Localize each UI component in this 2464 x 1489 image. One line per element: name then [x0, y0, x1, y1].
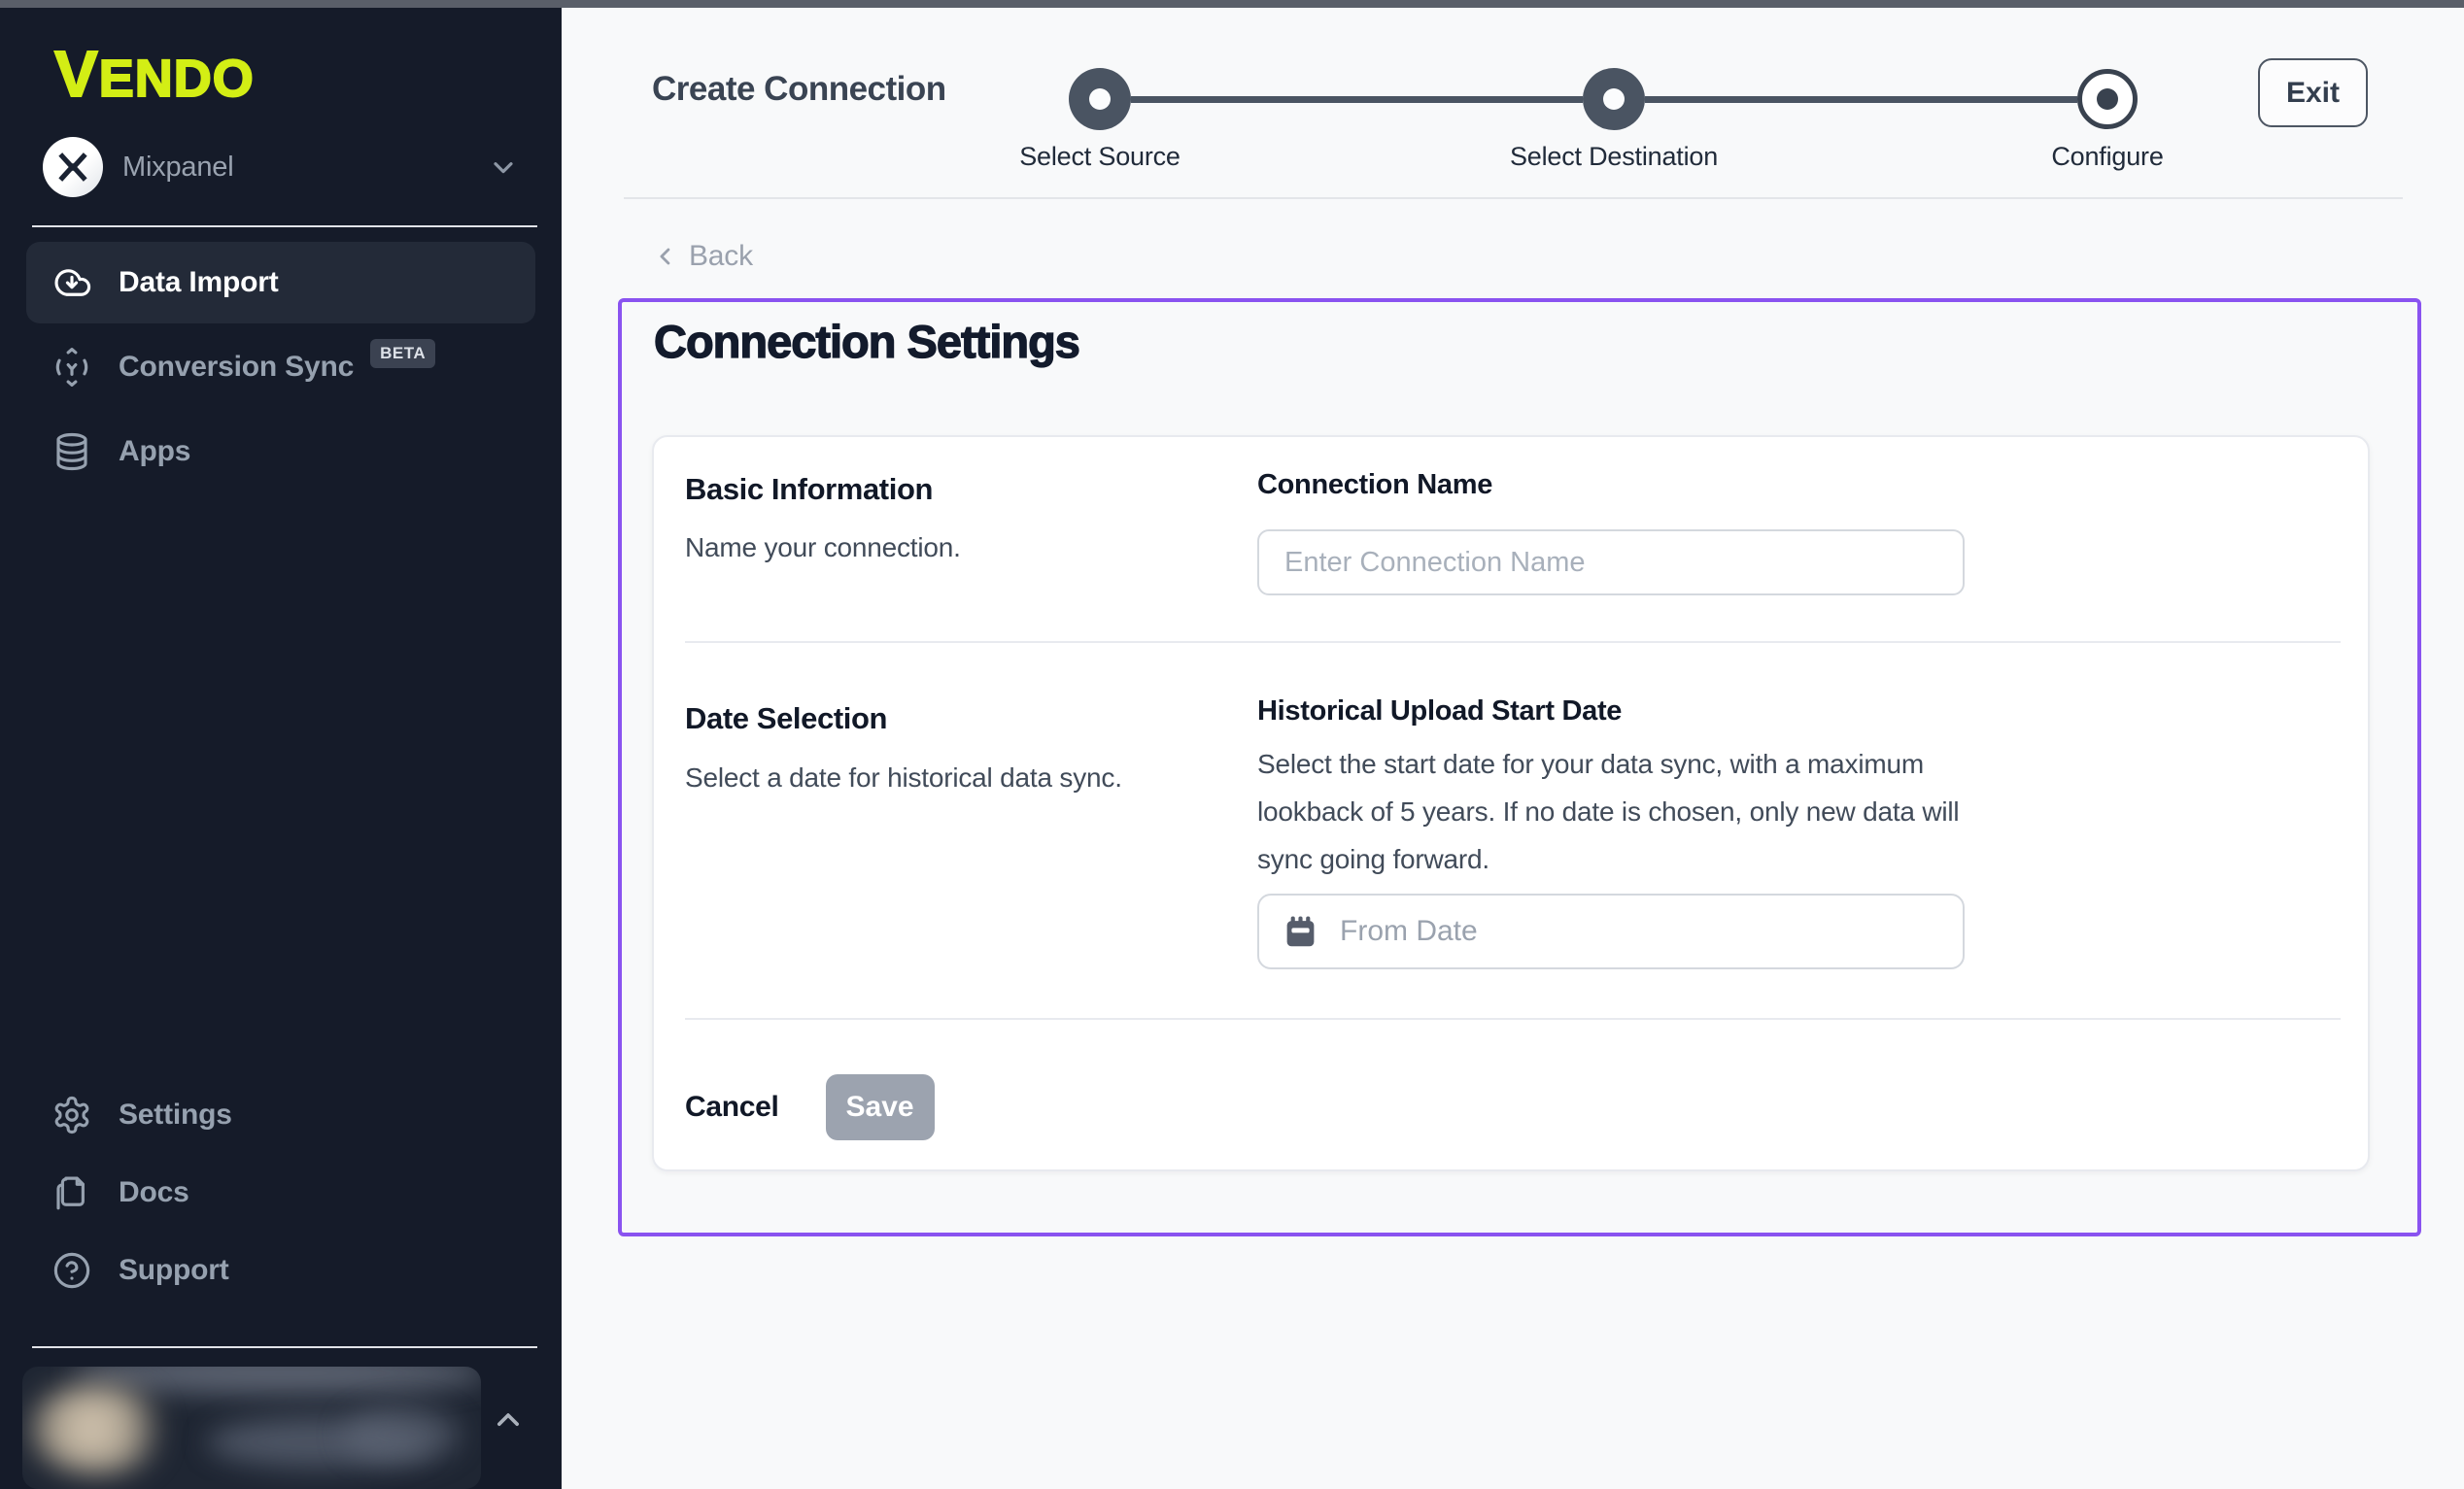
window-top-strip: [0, 0, 2464, 8]
sidebar-nav: Data Import Conversion Sync BETA: [26, 242, 535, 492]
beta-badge: BETA: [370, 339, 435, 368]
section-title-date-selection: Date Selection: [685, 701, 887, 736]
panel-title: Connection Settings: [654, 315, 1079, 368]
sidebar-divider-bottom: [32, 1346, 537, 1348]
sidebar-item-apps[interactable]: Apps: [26, 411, 535, 492]
settings-card: Basic Information Name your connection. …: [652, 435, 2370, 1171]
sync-arrows-icon: [51, 347, 92, 388]
sidebar-divider-top: [32, 225, 537, 227]
cloud-download-icon: [51, 262, 92, 303]
blurred-content: [343, 1405, 460, 1464]
section-desc-date-selection: Select a date for historical data sync.: [685, 762, 1122, 794]
calendar-icon: [1283, 914, 1318, 950]
step-connector: [1645, 96, 2077, 103]
page-title: Create Connection: [652, 70, 946, 109]
sidebar-item-label: Settings: [119, 1099, 232, 1132]
chevron-up-icon[interactable]: [489, 1401, 528, 1439]
help-circle-icon: [51, 1250, 92, 1291]
sidebar-item-label: Support: [119, 1254, 229, 1287]
vendo-logo: VENDO: [54, 37, 255, 112]
step-label-configure: Configure: [2051, 142, 2163, 172]
section-title-basic-information: Basic Information: [685, 472, 933, 507]
section-desc-basic-information: Name your connection.: [685, 532, 961, 563]
section-divider: [685, 641, 2341, 643]
sidebar: VENDO Mixpanel Data Import: [0, 0, 562, 1489]
date-help-text: sync going forward.: [1257, 835, 1489, 883]
user-account-blurred[interactable]: [22, 1367, 481, 1489]
section-divider: [685, 1018, 2341, 1020]
sidebar-item-settings[interactable]: Settings: [26, 1076, 535, 1154]
sidebar-item-docs[interactable]: Docs: [26, 1154, 535, 1232]
chevron-down-icon: [488, 152, 519, 183]
sidebar-footer-nav: Settings Docs Support: [26, 1076, 535, 1309]
from-date-input[interactable]: [1340, 915, 1939, 948]
sidebar-item-label: Apps: [119, 435, 190, 468]
back-label: Back: [689, 240, 753, 273]
sidebar-item-label: Conversion Sync: [119, 351, 354, 384]
cancel-button[interactable]: Cancel: [685, 1091, 779, 1124]
sidebar-item-data-import[interactable]: Data Import: [26, 242, 535, 323]
connection-settings-panel: Connection Settings Basic Information Na…: [618, 298, 2421, 1236]
form-actions: Cancel Save: [685, 1074, 935, 1140]
connection-name-label: Connection Name: [1257, 469, 1492, 501]
step-indicator-select-destination: [1583, 68, 1645, 130]
sidebar-item-conversion-sync[interactable]: Conversion Sync BETA: [26, 326, 535, 408]
chevron-left-icon: [652, 243, 679, 270]
blurred-avatar: [26, 1384, 172, 1473]
back-link[interactable]: Back: [652, 240, 753, 273]
from-date-field[interactable]: [1257, 894, 1965, 969]
workspace-name: Mixpanel: [122, 152, 233, 184]
sidebar-item-label: Data Import: [119, 266, 279, 299]
docs-icon: [51, 1172, 92, 1213]
historical-upload-start-date-label: Historical Upload Start Date: [1257, 695, 1622, 728]
workspace-switcher[interactable]: Mixpanel: [43, 134, 519, 200]
step-indicator-select-source: [1069, 68, 1131, 130]
sidebar-item-support[interactable]: Support: [26, 1232, 535, 1309]
step-label-select-source: Select Source: [1019, 142, 1181, 172]
header-divider: [624, 197, 2403, 199]
step-label-select-destination: Select Destination: [1510, 142, 1718, 172]
date-help-text: lookback of 5 years. If no date is chose…: [1257, 788, 1959, 835]
save-button[interactable]: Save: [826, 1074, 935, 1140]
mixpanel-logo-icon: [43, 137, 103, 197]
sidebar-item-label: Docs: [119, 1176, 189, 1209]
step-connector: [1131, 96, 1583, 103]
exit-button[interactable]: Exit: [2258, 58, 2368, 127]
step-indicator-configure: [2077, 69, 2138, 129]
connection-name-input[interactable]: [1257, 529, 1965, 595]
date-help-text: Select the start date for your data sync…: [1257, 740, 1924, 788]
database-icon: [51, 431, 92, 472]
gear-icon: [51, 1095, 92, 1135]
